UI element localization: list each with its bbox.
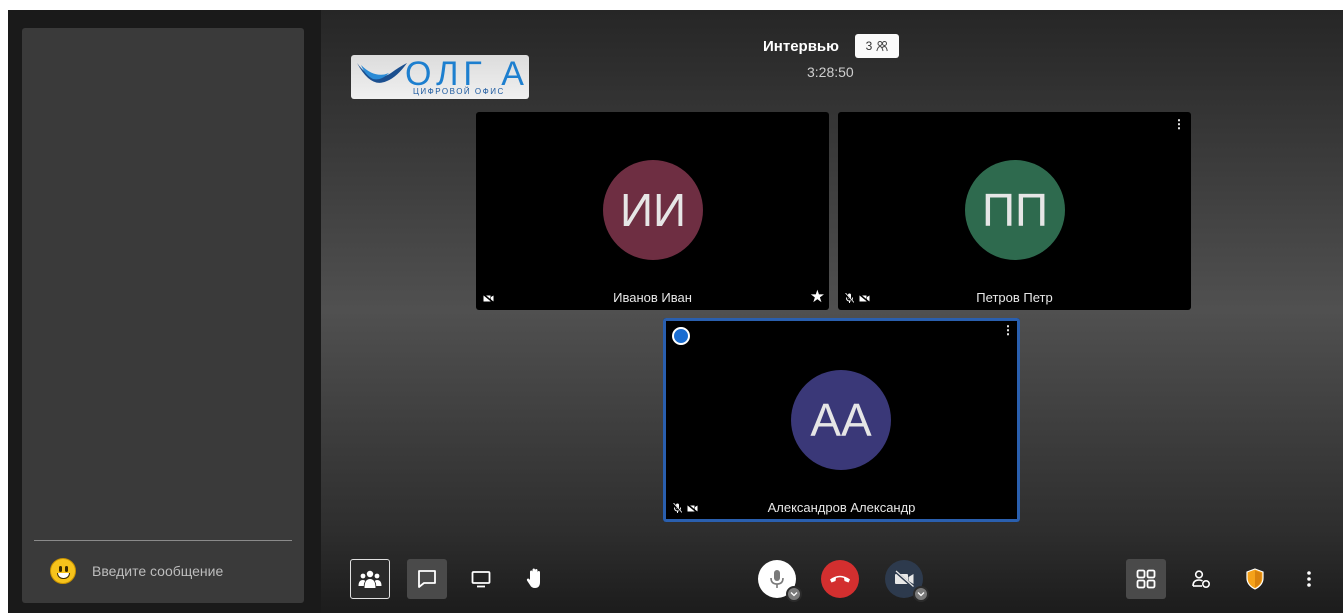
- conference-timer: 3:28:50: [807, 64, 854, 80]
- hangup-icon: [830, 575, 850, 583]
- raise-hand-icon: [526, 568, 540, 588]
- tile-menu-icon[interactable]: ⋮: [1173, 118, 1185, 130]
- camera-button[interactable]: [885, 560, 929, 602]
- participant-name: Петров Петр: [976, 290, 1053, 305]
- screen-share-button[interactable]: [461, 559, 501, 599]
- company-logo: ОЛГ А ЦИФРОВОЙ ОФИС: [351, 55, 529, 99]
- hangup-button[interactable]: [821, 560, 859, 598]
- more-icon: [1307, 571, 1311, 587]
- screen-share-icon: [471, 571, 491, 588]
- chat-icon: [418, 570, 436, 588]
- camera-options-chevron-icon[interactable]: [913, 586, 929, 602]
- more-options-button[interactable]: [1289, 559, 1329, 599]
- chat-message-input[interactable]: [90, 562, 294, 580]
- participant-name: Александров Александр: [767, 500, 916, 515]
- participant-tile[interactable]: ⋮ ПП Петров Петр: [838, 112, 1191, 310]
- invite-icon: [1192, 570, 1211, 589]
- smiley-icon[interactable]: [50, 558, 76, 584]
- microphone-button[interactable]: [758, 560, 802, 602]
- avatar-initials: ПП: [981, 184, 1049, 236]
- chat-toggle-button[interactable]: [407, 559, 447, 599]
- security-button[interactable]: [1235, 559, 1275, 599]
- participant-count: 3: [865, 39, 873, 53]
- avatar: ПП: [965, 160, 1065, 260]
- logo-subtitle: ЦИФРОВОЙ ОФИС: [413, 87, 505, 96]
- microphone-icon: [770, 570, 784, 588]
- avatar-initials: ИИ: [619, 184, 687, 236]
- chat-divider: [34, 540, 292, 541]
- conference-app: ОЛГ А ЦИФРОВОЙ ОФИС Интервью 3 3:28:50 И…: [8, 10, 1343, 613]
- camera-off-icon: [894, 570, 914, 588]
- people-icon: [876, 41, 889, 52]
- security-shield-icon: [1246, 568, 1264, 590]
- raise-hand-button[interactable]: [515, 559, 555, 599]
- avatar-initials: АА: [810, 394, 872, 446]
- participant-tile[interactable]: ИИ Иванов Иван ★: [476, 112, 829, 310]
- participant-tile-active-speaker[interactable]: ⋮ АА Александров Александр: [663, 318, 1020, 522]
- tile-view-button[interactable]: [1126, 559, 1166, 599]
- moderator-star-icon: ★: [809, 287, 825, 306]
- avatar: АА: [791, 370, 891, 470]
- conference-stage: ОЛГ А ЦИФРОВОЙ ОФИС Интервью 3 3:28:50 И…: [321, 10, 1343, 613]
- microphone-options-chevron-icon[interactable]: [786, 586, 802, 602]
- participant-count-badge[interactable]: 3: [855, 34, 899, 58]
- bottom-toolbar: [321, 555, 1343, 605]
- conference-title: Интервью: [763, 38, 839, 55]
- tile-view-icon: [1136, 569, 1156, 589]
- chat-panel: [22, 28, 304, 603]
- participant-name: Иванов Иван: [613, 290, 692, 305]
- participants-icon: [358, 570, 382, 588]
- participants-button[interactable]: [350, 559, 390, 599]
- avatar: ИИ: [603, 160, 703, 260]
- invite-button[interactable]: [1181, 559, 1221, 599]
- dominant-speaker-icon: [672, 327, 690, 345]
- tile-menu-icon[interactable]: ⋮: [1002, 324, 1014, 336]
- chat-input-row: [22, 546, 304, 596]
